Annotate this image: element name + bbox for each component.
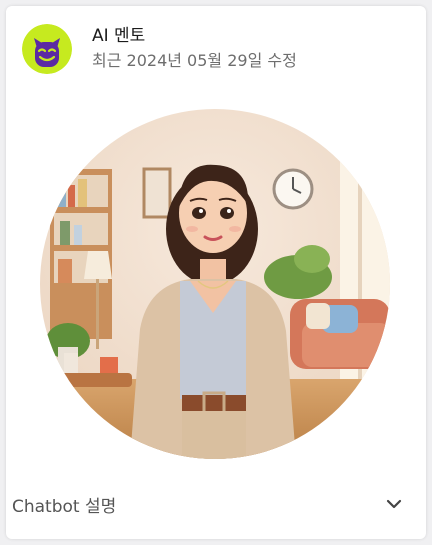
chevron-down-icon[interactable] — [386, 499, 402, 509]
chatbot-name: AI 멘토 — [92, 26, 146, 46]
ai-woman-portrait-image — [40, 109, 390, 459]
last-updated-date: 최근 2024년 05월 29일 수정 — [92, 51, 297, 70]
chatbot-description-label: Chatbot 설명 — [12, 496, 117, 517]
chatbot-header: AI 멘토 최근 2024년 05월 29일 수정 — [22, 24, 297, 74]
chatbot-description-toggle[interactable]: Chatbot 설명 — [6, 484, 426, 524]
devil-emoji-icon — [22, 24, 72, 74]
chatbot-card: AI 멘토 최근 2024년 05월 29일 수정 Chatbot 설명 — [6, 6, 426, 539]
chatbot-header-text: AI 멘토 최근 2024년 05월 29일 수정 — [92, 25, 297, 73]
